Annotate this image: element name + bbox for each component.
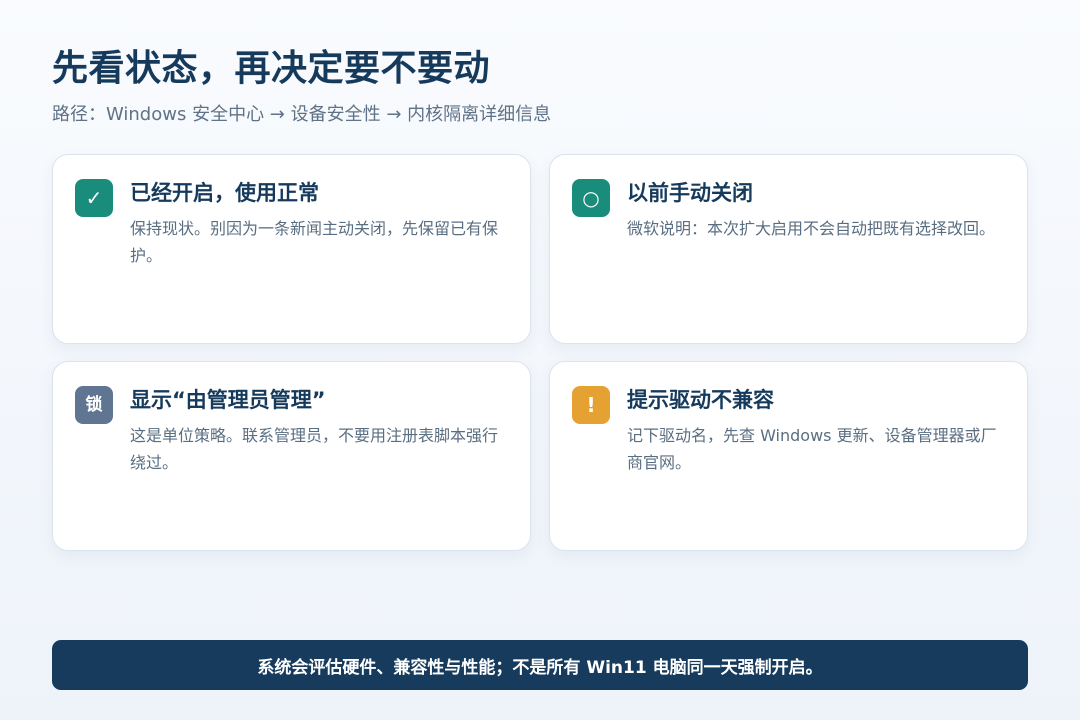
card-enabled-working: ✓ 已经开启，使用正常 保持现状。别因为一条新闻主动关闭，先保留已有保护。 (52, 154, 531, 344)
card-description: 微软说明：本次扩大启用不会自动把既有选择改回。 (627, 219, 996, 238)
card-title: 提示驱动不兼容 (627, 388, 774, 412)
card-description: 记下驱动名，先查 Windows 更新、设备管理器或厂商官网。 (627, 426, 997, 472)
page-title: 先看状态，再决定要不要动 (52, 48, 491, 89)
card-description: 这是单位策略。联系管理员，不要用注册表脚本强行绕过。 (130, 426, 499, 472)
card-manually-disabled: ○ 以前手动关闭 微软说明：本次扩大启用不会自动把既有选择改回。 (549, 154, 1028, 344)
check-icon: ✓ (75, 179, 113, 217)
breadcrumb: 路径：Windows 安全中心 → 设备安全性 → 内核隔离详细信息 (52, 104, 552, 125)
lock-icon: 锁 (75, 386, 113, 424)
card-managed-by-admin: 锁 显示“由管理员管理” 这是单位策略。联系管理员，不要用注册表脚本强行绕过。 (52, 361, 531, 551)
card-title: 已经开启，使用正常 (130, 181, 319, 205)
info-banner: 系统会评估硬件、兼容性与性能；不是所有 Win11 电脑同一天强制开启。 (52, 640, 1028, 690)
circle-icon: ○ (572, 179, 610, 217)
card-title: 以前手动关闭 (627, 181, 753, 205)
warning-icon: ! (572, 386, 610, 424)
card-title: 显示“由管理员管理” (130, 388, 326, 412)
status-card-grid: ✓ 已经开启，使用正常 保持现状。别因为一条新闻主动关闭，先保留已有保护。 ○ … (52, 154, 1028, 551)
card-driver-incompatible: ! 提示驱动不兼容 记下驱动名，先查 Windows 更新、设备管理器或厂商官网… (549, 361, 1028, 551)
card-description: 保持现状。别因为一条新闻主动关闭，先保留已有保护。 (130, 219, 499, 265)
